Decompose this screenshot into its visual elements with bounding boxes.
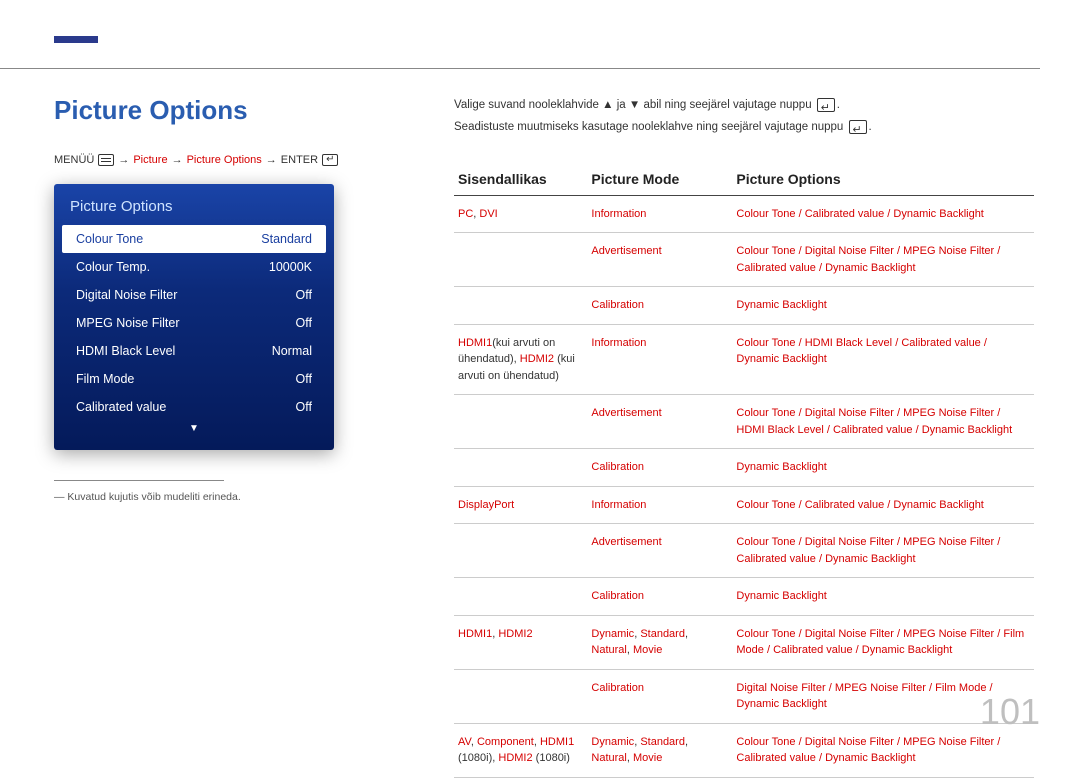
options-table: Sisendallikas Picture Mode Picture Optio… xyxy=(454,165,1034,778)
table-cell: Advertisement xyxy=(587,524,732,578)
table-cell: Advertisement xyxy=(587,395,732,449)
table-cell xyxy=(454,578,587,616)
table-cell xyxy=(454,233,587,287)
page-number: 101 xyxy=(980,691,1040,733)
table-cell: Dynamic Backlight xyxy=(732,287,1034,325)
table-cell: Colour Tone / Digital Noise Filter / MPE… xyxy=(732,233,1034,287)
th-source: Sisendallikas xyxy=(454,165,587,196)
table-row: HDMI1, HDMI2Dynamic, Standard, Natural, … xyxy=(454,615,1034,669)
table-cell: Advertisement xyxy=(587,233,732,287)
table-row: AdvertisementColour Tone / Digital Noise… xyxy=(454,233,1034,287)
table-cell: Colour Tone / Calibrated value / Dynamic… xyxy=(732,486,1034,524)
table-row: CalibrationDynamic Backlight xyxy=(454,449,1034,487)
table-cell: AV, Component, HDMI1 (1080i), HDMI2 (108… xyxy=(454,723,587,777)
table-cell: Colour Tone / Digital Noise Filter / MPE… xyxy=(732,615,1034,669)
table-cell: DisplayPort xyxy=(454,486,587,524)
osd-row-label: Colour Temp. xyxy=(76,260,150,274)
table-cell: Calibration xyxy=(587,578,732,616)
table-row: AdvertisementColour Tone / Digital Noise… xyxy=(454,395,1034,449)
breadcrumb-enter: ENTER xyxy=(281,154,318,166)
osd-row[interactable]: Colour Tone Standard xyxy=(62,225,326,253)
osd-row[interactable]: Digital Noise Filter Off xyxy=(62,281,326,309)
table-cell: Colour Tone / HDMI Black Level / Calibra… xyxy=(732,324,1034,395)
menu-icon xyxy=(98,154,114,166)
table-row: CalibrationDynamic Backlight xyxy=(454,578,1034,616)
footnote-rule xyxy=(54,480,224,481)
osd-row-value: Off xyxy=(296,288,312,302)
intro-text: Valige suvand nooleklahvide ▲ ja ▼ abil … xyxy=(454,95,1034,139)
table-cell: Dynamic, Standard, Natural, Movie xyxy=(587,723,732,777)
enter-key-icon xyxy=(817,98,835,112)
table-cell: PC, DVI xyxy=(454,195,587,233)
table-row: PC, DVIInformationColour Tone / Calibrat… xyxy=(454,195,1034,233)
osd-row-value: Off xyxy=(296,372,312,386)
table-row: CalibrationDigital Noise Filter / MPEG N… xyxy=(454,669,1034,723)
table-cell: HDMI1, HDMI2 xyxy=(454,615,587,669)
table-cell: Information xyxy=(587,486,732,524)
scroll-down-icon: ▼ xyxy=(60,423,328,434)
table-row: DisplayPortInformationColour Tone / Cali… xyxy=(454,486,1034,524)
osd-panel: Picture Options Colour ToneStandardColou… xyxy=(54,184,334,450)
table-row: HDMI1(kui arvuti on ühendatud), HDMI2 (k… xyxy=(454,324,1034,395)
osd-row[interactable]: MPEG Noise Filter Off xyxy=(62,309,326,337)
osd-row[interactable]: HDMI Black Level Normal xyxy=(62,337,326,365)
table-cell: Dynamic Backlight xyxy=(732,578,1034,616)
table-row: AV, Component, HDMI1 (1080i), HDMI2 (108… xyxy=(454,723,1034,777)
osd-row[interactable]: Colour Temp. 10000K xyxy=(62,253,326,281)
th-mode: Picture Mode xyxy=(587,165,732,196)
table-cell xyxy=(454,524,587,578)
table-cell: Dynamic Backlight xyxy=(732,449,1034,487)
table-cell: HDMI1(kui arvuti on ühendatud), HDMI2 (k… xyxy=(454,324,587,395)
table-cell: Calibration xyxy=(587,287,732,325)
header-accent-bar xyxy=(54,36,98,43)
table-cell: Colour Tone / Digital Noise Filter / MPE… xyxy=(732,524,1034,578)
header-rule xyxy=(0,68,1040,69)
osd-row-label: Calibrated value xyxy=(76,400,166,414)
th-options: Picture Options xyxy=(732,165,1034,196)
osd-row-label: Colour Tone xyxy=(76,232,143,246)
osd-row-label: Digital Noise Filter xyxy=(76,288,177,302)
breadcrumb-picture-options: Picture Options xyxy=(187,154,262,166)
breadcrumb-prefix: MENÜÜ xyxy=(54,154,94,166)
enter-key-icon xyxy=(849,120,867,134)
table-cell: Calibration xyxy=(587,669,732,723)
table-cell: Colour Tone / Digital Noise Filter / MPE… xyxy=(732,395,1034,449)
osd-row-value: Off xyxy=(296,400,312,414)
table-row: AdvertisementColour Tone / Digital Noise… xyxy=(454,524,1034,578)
enter-icon xyxy=(322,154,338,166)
table-cell xyxy=(454,287,587,325)
table-cell: Colour Tone / Calibrated value / Dynamic… xyxy=(732,195,1034,233)
table-row: CalibrationDynamic Backlight xyxy=(454,287,1034,325)
table-cell xyxy=(454,449,587,487)
osd-row-value: Normal xyxy=(272,344,312,358)
osd-row-label: Film Mode xyxy=(76,372,134,386)
osd-row-label: MPEG Noise Filter xyxy=(76,316,180,330)
page-title: Picture Options xyxy=(54,95,394,126)
osd-title: Picture Options xyxy=(60,194,328,225)
table-cell: Calibration xyxy=(587,449,732,487)
table-cell: Information xyxy=(587,195,732,233)
osd-row-value: 10000K xyxy=(269,260,312,274)
osd-row[interactable]: Calibrated value Off xyxy=(62,393,326,421)
footnote: ― Kuvatud kujutis võib mudeliti erineda. xyxy=(54,491,394,503)
osd-row-value: Off xyxy=(296,316,312,330)
table-cell: Dynamic, Standard, Natural, Movie xyxy=(587,615,732,669)
osd-row[interactable]: Film Mode Off xyxy=(62,365,326,393)
table-cell xyxy=(454,395,587,449)
osd-row-value: Standard xyxy=(261,232,312,246)
table-cell: Information xyxy=(587,324,732,395)
breadcrumb: MENÜÜ → Picture → Picture Options → ENTE… xyxy=(54,154,394,166)
osd-row-label: HDMI Black Level xyxy=(76,344,175,358)
table-cell xyxy=(454,669,587,723)
breadcrumb-picture: Picture xyxy=(133,154,167,166)
